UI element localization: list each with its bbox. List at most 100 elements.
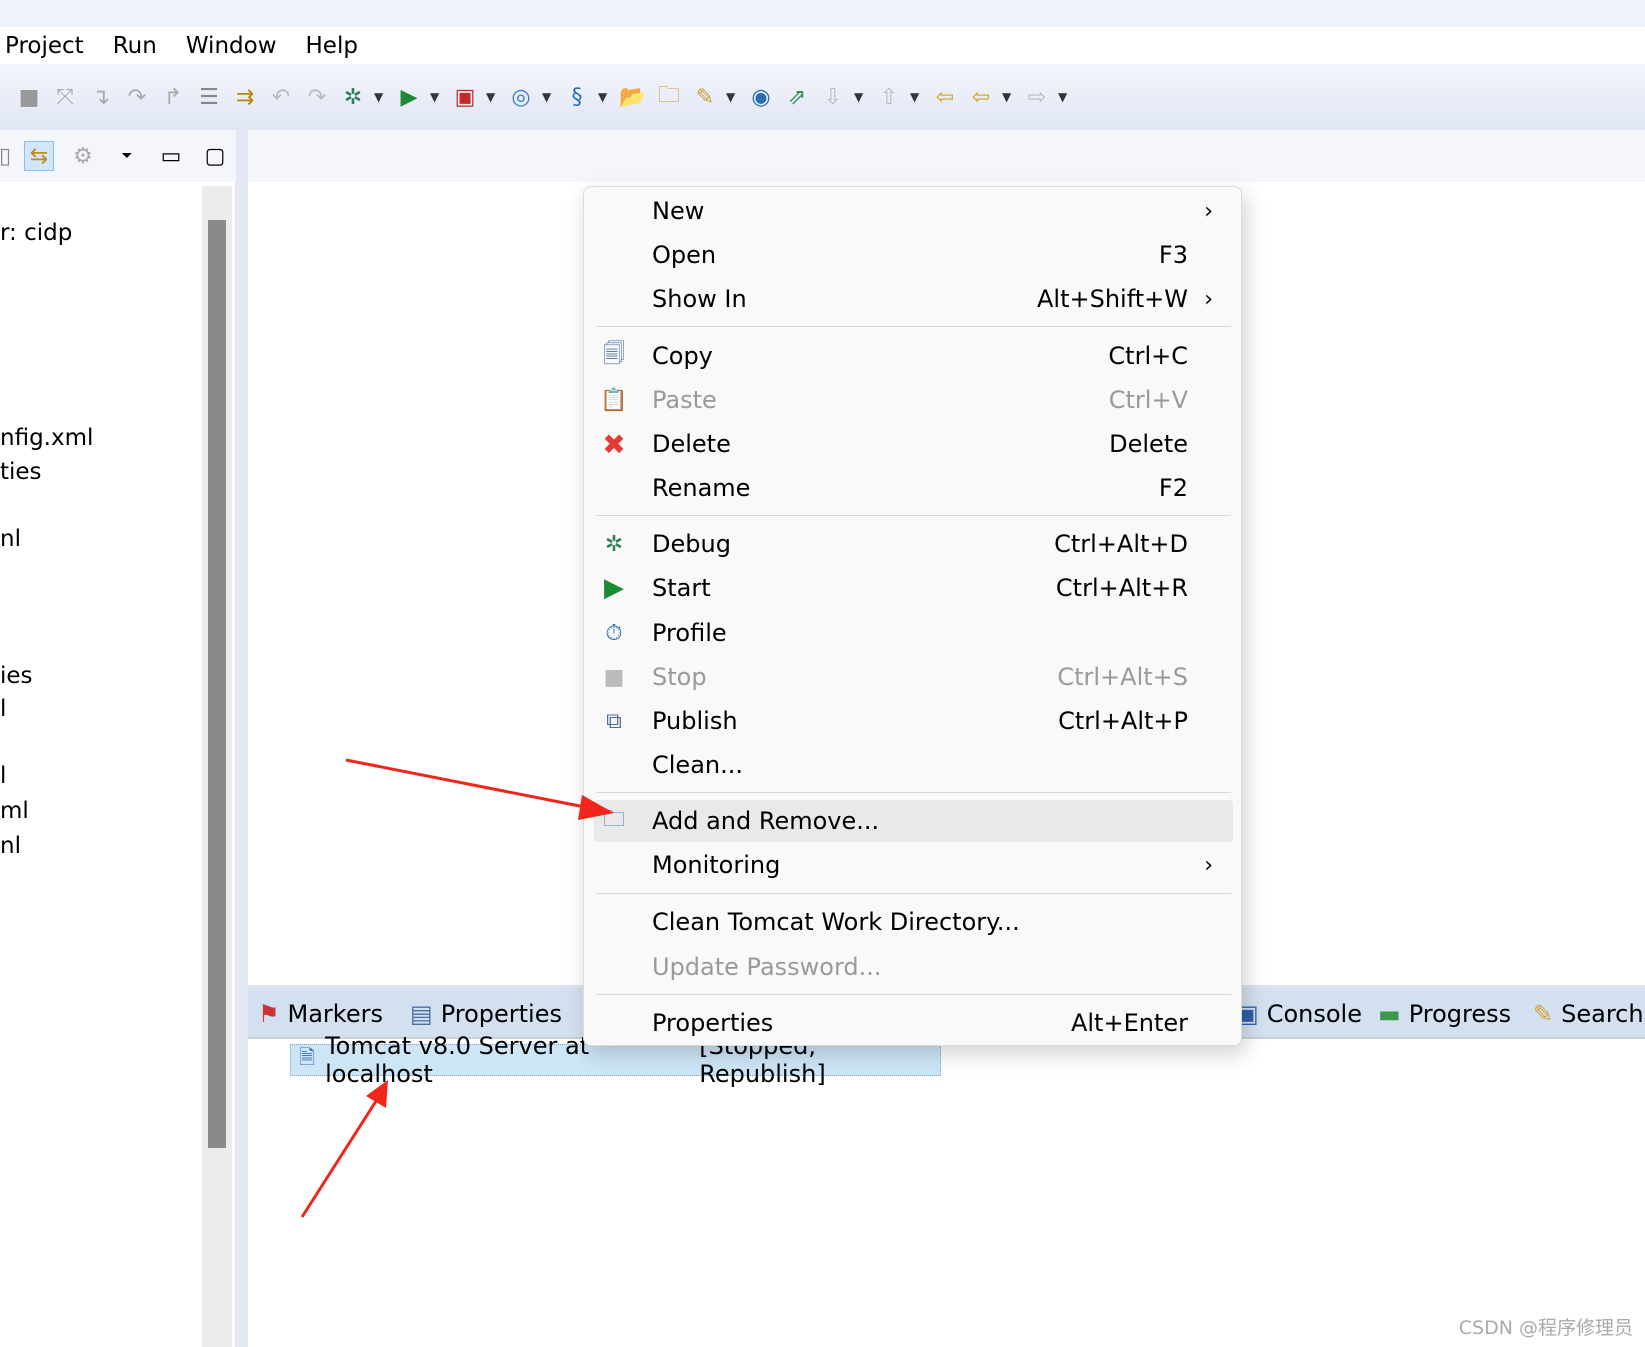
previous-annotation-icon[interactable]: ⇧ (874, 82, 904, 112)
run-external-icon[interactable]: ▣ (450, 82, 480, 112)
tree-item[interactable]: ties (0, 459, 42, 485)
menu-shortcut: Ctrl+Alt+S (1057, 663, 1188, 691)
sash[interactable] (236, 130, 248, 1347)
stop-icon[interactable]: ■ (14, 82, 44, 112)
menu-label: Open (652, 241, 717, 269)
tree-item[interactable]: ies (0, 663, 33, 689)
tab-progress[interactable]: ▬ Progress (1378, 1000, 1511, 1028)
menu-item-delete[interactable]: ✖ Delete Delete (594, 423, 1233, 465)
undo-icon[interactable]: ↶ (266, 82, 296, 112)
back-icon[interactable]: ⇦ (966, 82, 996, 112)
step-into-icon[interactable]: ↴ (86, 82, 116, 112)
menu-item-open[interactable]: Open F3 (594, 234, 1233, 276)
link-with-editor-icon[interactable]: ⇆ (24, 141, 54, 171)
menu-item-properties[interactable]: Properties Alt+Enter (594, 1002, 1233, 1044)
progress-icon: ▬ (1378, 1000, 1401, 1028)
back-dropdown-icon[interactable]: ▼ (1002, 90, 1016, 104)
tab-console[interactable]: ▣ Console (1236, 1000, 1362, 1028)
menu-item-monitoring[interactable]: Monitoring › (594, 844, 1233, 886)
open-type-icon[interactable]: 📂 (618, 82, 648, 112)
publish-icon[interactable]: ⇗ (782, 82, 812, 112)
open-task-icon[interactable]: 🗀 (654, 82, 684, 112)
copy-icon: 🗐 (603, 342, 625, 367)
menu-item-debug[interactable]: ✲ Debug Ctrl+Alt+D (594, 523, 1233, 565)
tab-label: Markers (287, 1000, 383, 1028)
title-strip (0, 0, 1645, 27)
new-server-icon[interactable]: § (562, 82, 592, 112)
tab-label: Search (1561, 1000, 1644, 1028)
tree-item[interactable]: nl (0, 833, 21, 859)
server-list-item[interactable]: 🗎 Tomcat v8.0 Server at localhost [Stopp… (290, 1032, 941, 1088)
prev-dropdown-icon[interactable]: ▼ (910, 90, 924, 104)
tree-item[interactable]: ml (0, 798, 29, 824)
menu-label: Stop (652, 663, 707, 691)
tab-markers[interactable]: ⚑ Markers (258, 1000, 383, 1028)
menu-run[interactable]: Run (113, 33, 157, 59)
forward-icon[interactable]: ⇨ (1022, 82, 1052, 112)
tree-item[interactable]: nfig.xml (0, 425, 93, 451)
menu-item-clean[interactable]: Clean... (594, 744, 1233, 786)
debug-icon[interactable]: ✲ (338, 82, 368, 112)
menu-label: Delete (652, 430, 731, 458)
menu-item-show-in[interactable]: Show In Alt+Shift+W › (594, 278, 1233, 320)
next-annotation-icon[interactable]: ⇩ (818, 82, 848, 112)
profile-icon: ⏱ (605, 620, 623, 646)
menu-shortcut: Ctrl+Alt+P (1058, 707, 1188, 735)
view-menu-icon[interactable]: ⏷ (112, 141, 142, 171)
collapse-all-icon[interactable]: ▯ (0, 141, 11, 171)
menu-item-stop[interactable]: ■ Stop Ctrl+Alt+S (594, 656, 1233, 698)
menu-item-copy[interactable]: 🗐 Copy Ctrl+C (594, 335, 1233, 377)
menu-item-clean-tomcat-work-directory[interactable]: Clean Tomcat Work Directory... (594, 901, 1233, 943)
menu-window[interactable]: Window (186, 33, 277, 59)
run-dropdown-icon[interactable]: ▼ (430, 90, 444, 104)
tab-search[interactable]: ✎ Search (1533, 1000, 1644, 1028)
menu-label: Properties (652, 1009, 774, 1037)
menu-item-paste[interactable]: 📋 Paste Ctrl+V (594, 379, 1233, 421)
step-return-icon[interactable]: ↱ (158, 82, 188, 112)
redo-icon[interactable]: ↷ (302, 82, 332, 112)
new-wizard-icon[interactable]: ◎ (506, 82, 536, 112)
last-edit-icon[interactable]: ⇦ (930, 82, 960, 112)
menu-label: New (652, 197, 705, 225)
step-over-icon[interactable]: ↷ (122, 82, 152, 112)
menu-item-add-and-remove[interactable]: 🗀 Add and Remove... (594, 800, 1233, 842)
server-dropdown-icon[interactable]: ▼ (598, 90, 612, 104)
menu-shortcut: Alt+Enter (1070, 1009, 1188, 1037)
minimize-icon[interactable]: ▭ (156, 141, 186, 171)
debug-dropdown-icon[interactable]: ▼ (374, 90, 388, 104)
new-dropdown-icon[interactable]: ▼ (542, 90, 556, 104)
tree-item[interactable]: l (0, 763, 6, 789)
menu-item-start[interactable]: ▶ Start Ctrl+Alt+R (594, 567, 1233, 609)
menu-item-publish[interactable]: ⧉ Publish Ctrl+Alt+P (594, 700, 1233, 742)
run-external-dropdown-icon[interactable]: ▼ (486, 90, 500, 104)
menu-project[interactable]: Project (5, 33, 84, 59)
scrollbar-thumb[interactable] (208, 220, 226, 1148)
menu-item-update-password[interactable]: Update Password... (594, 946, 1233, 988)
drop-to-frame-icon[interactable]: ☰ (194, 82, 224, 112)
use-step-filters-icon[interactable]: ⇉ (230, 82, 260, 112)
filter-icon[interactable]: ⚙ (68, 141, 98, 171)
menu-label: Paste (652, 386, 717, 414)
menu-item-new[interactable]: New › (594, 190, 1233, 232)
menu-label: Rename (652, 474, 751, 502)
tab-properties[interactable]: ▤ Properties (410, 1000, 562, 1028)
menu-label: Profile (652, 619, 727, 647)
menu-shortcut: Ctrl+C (1108, 342, 1188, 370)
menu-label: Copy (652, 342, 713, 370)
maximize-icon[interactable]: ▢ (200, 141, 230, 171)
search-icon[interactable]: ✎ (690, 82, 720, 112)
menu-item-profile[interactable]: ⏱ Profile (594, 612, 1233, 654)
search-dropdown-icon[interactable]: ▼ (726, 90, 740, 104)
properties-icon: ▤ (410, 1000, 433, 1028)
add-remove-icon: 🗀 (602, 807, 625, 832)
tree-item[interactable]: r: cidp (0, 220, 72, 246)
tree-item[interactable]: nl (0, 526, 21, 552)
menu-item-rename[interactable]: Rename F2 (594, 467, 1233, 509)
forward-dropdown-icon[interactable]: ▼ (1058, 90, 1072, 104)
next-dropdown-icon[interactable]: ▼ (854, 90, 868, 104)
tree-item[interactable]: l (0, 696, 6, 722)
disconnect-icon[interactable]: ⤧ (50, 82, 80, 112)
menu-help[interactable]: Help (306, 33, 358, 59)
browser-icon[interactable]: ◉ (746, 82, 776, 112)
run-icon[interactable]: ▶ (394, 82, 424, 112)
